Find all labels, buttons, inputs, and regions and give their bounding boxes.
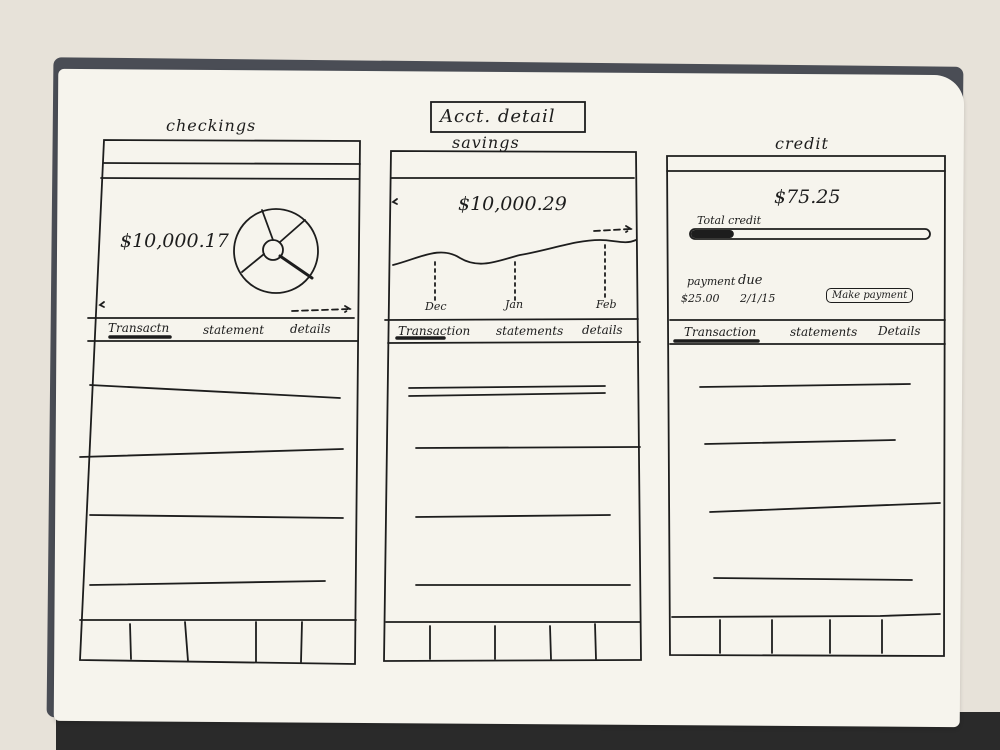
phone-frame-checkings: [79, 139, 361, 665]
balance-savings: $10,000.29: [458, 193, 567, 215]
tab-statements[interactable]: statement: [203, 323, 264, 337]
list-row-line: [89, 580, 326, 586]
screen-heading-checkings: checkings: [166, 116, 257, 135]
due-label: due: [738, 273, 763, 288]
next-arrow-icon: [593, 225, 633, 233]
tab-statements[interactable]: statements: [790, 325, 857, 339]
tab-statements[interactable]: statements: [496, 324, 563, 338]
pie-chart-icon: [233, 208, 319, 294]
page-title: Acct. detail: [440, 106, 556, 127]
due-date: 2/1/15: [740, 292, 776, 305]
balance-credit: $75.25: [774, 186, 841, 208]
list-row-line: [89, 514, 344, 519]
tab-bar-divider: [594, 623, 597, 660]
screen-heading-credit: credit: [775, 134, 829, 153]
payment-label: payment: [687, 275, 736, 288]
total-credit-label: Total credit: [697, 214, 762, 227]
make-payment-button[interactable]: Make payment: [826, 288, 914, 303]
tab-transactions[interactable]: Transaction: [398, 324, 470, 338]
chart-label-jan: Jan: [505, 298, 524, 311]
screen-heading-savings: savings: [452, 133, 520, 152]
tab-bar-divider: [300, 621, 303, 663]
list-row-line: [79, 448, 344, 458]
list-row-line: [709, 502, 941, 513]
balance-checkings: $10,000.17: [120, 230, 229, 252]
chart-label-feb: Feb: [596, 298, 617, 311]
tab-transactions[interactable]: Transactn: [108, 321, 169, 335]
list-row-line: [415, 514, 611, 518]
tab-details[interactable]: details: [290, 322, 331, 336]
list-row-line: [408, 392, 606, 397]
list-row-line: [415, 446, 641, 449]
tab-details[interactable]: details: [582, 323, 623, 337]
list-row-line: [89, 384, 341, 399]
prev-arrow-icon: [98, 301, 105, 308]
prev-arrow-icon: [391, 198, 398, 205]
list-row-line: [699, 383, 911, 388]
tab-bar-divider: [184, 621, 189, 662]
tab-bar-divider: [129, 623, 132, 660]
tab-bar-divider: [549, 625, 552, 660]
payment-amount: $25.00: [681, 292, 720, 305]
credit-progress-fill: [691, 230, 734, 238]
status-bar-line: [103, 162, 361, 165]
chart-label-dec: Dec: [425, 300, 447, 313]
next-arrow-icon: [291, 305, 352, 313]
nav-bar-line: [100, 177, 360, 180]
list-row-line: [704, 439, 896, 445]
tab-details[interactable]: Details: [878, 324, 921, 338]
list-row-line: [713, 577, 913, 581]
tab-transactions[interactable]: Transaction: [684, 325, 756, 339]
list-row-line: [408, 385, 606, 389]
line-chart-path: [392, 239, 637, 266]
